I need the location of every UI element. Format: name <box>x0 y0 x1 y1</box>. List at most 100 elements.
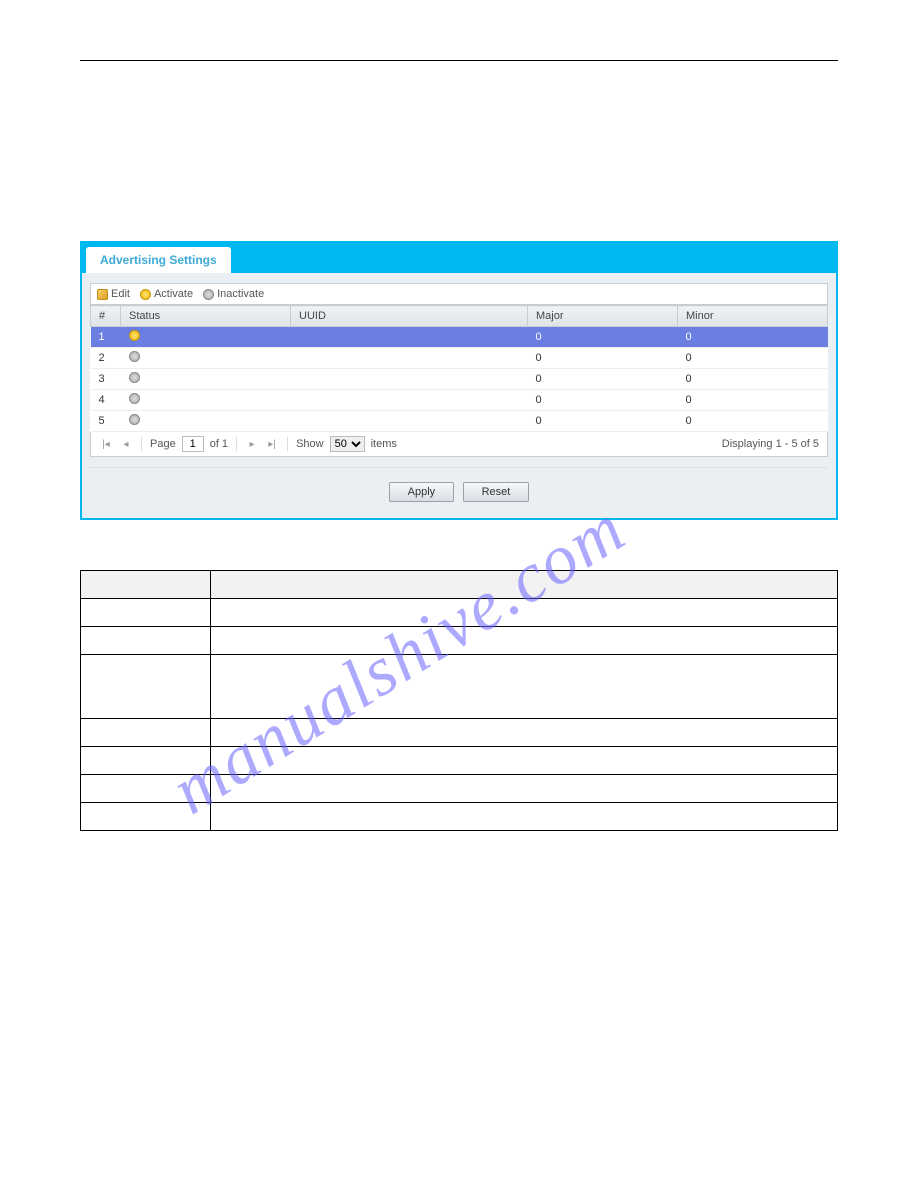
settings-grid: # Status UUID Major Minor 1 0 0 2 <box>90 305 828 432</box>
cell-uuid <box>291 390 528 411</box>
inactivate-button[interactable]: Inactivate <box>203 288 264 300</box>
cell <box>211 571 838 599</box>
bulb-on-icon <box>129 330 140 341</box>
cell <box>81 571 211 599</box>
cell-minor: 0 <box>678 390 828 411</box>
col-num[interactable]: # <box>91 306 121 327</box>
cell-minor: 0 <box>678 411 828 432</box>
items-label: items <box>371 438 397 450</box>
table-row <box>81 747 838 775</box>
next-page-button[interactable]: ▸ <box>245 437 259 451</box>
cell <box>211 627 838 655</box>
edit-button[interactable]: Edit <box>97 288 130 300</box>
cell-num: 5 <box>91 411 121 432</box>
bulb-off-icon <box>203 289 214 300</box>
col-minor[interactable]: Minor <box>678 306 828 327</box>
grid-toolbar: Edit Activate Inactivate <box>90 283 828 305</box>
cell-minor: 0 <box>678 327 828 348</box>
bulb-off-icon <box>129 372 140 383</box>
page-input[interactable] <box>182 436 204 452</box>
table-row[interactable]: 4 0 0 <box>91 390 828 411</box>
page-label: Page <box>150 438 176 450</box>
bulb-on-icon <box>140 289 151 300</box>
cell-status <box>121 411 291 432</box>
cell <box>211 655 838 719</box>
table-row[interactable]: 2 0 0 <box>91 348 828 369</box>
cell <box>81 775 211 803</box>
cell-num: 2 <box>91 348 121 369</box>
first-page-button[interactable]: |◂ <box>99 437 113 451</box>
reset-button[interactable]: Reset <box>463 482 530 502</box>
cell-uuid <box>291 411 528 432</box>
activate-label: Activate <box>154 288 193 300</box>
cell <box>81 627 211 655</box>
separator <box>236 437 237 451</box>
cell-uuid <box>291 369 528 390</box>
cell <box>81 803 211 831</box>
table-row <box>81 599 838 627</box>
cell <box>211 599 838 627</box>
page-size-select[interactable]: 50 <box>330 436 365 452</box>
table-row <box>81 775 838 803</box>
table-row[interactable]: 3 0 0 <box>91 369 828 390</box>
cell <box>81 747 211 775</box>
cell-major: 0 <box>528 369 678 390</box>
cell-major: 0 <box>528 390 678 411</box>
cell-status <box>121 369 291 390</box>
table-row <box>81 719 838 747</box>
cell <box>211 775 838 803</box>
bulb-off-icon <box>129 414 140 425</box>
cell-num: 4 <box>91 390 121 411</box>
display-info: Displaying 1 - 5 of 5 <box>722 438 819 450</box>
separator <box>141 437 142 451</box>
cell-major: 0 <box>528 348 678 369</box>
cell-major: 0 <box>528 411 678 432</box>
cell <box>81 655 211 719</box>
cell <box>211 747 838 775</box>
page-top-rule <box>80 60 838 61</box>
cell-minor: 0 <box>678 369 828 390</box>
page-of-label: of 1 <box>210 438 228 450</box>
table-row <box>81 571 838 599</box>
cell-status <box>121 390 291 411</box>
cell <box>81 719 211 747</box>
edit-label: Edit <box>111 288 130 300</box>
cell <box>81 599 211 627</box>
prev-page-button[interactable]: ◂ <box>119 437 133 451</box>
apply-button[interactable]: Apply <box>389 482 455 502</box>
bulb-off-icon <box>129 393 140 404</box>
tab-bar: Advertising Settings <box>82 243 836 273</box>
cell-uuid <box>291 327 528 348</box>
grid-header-row: # Status UUID Major Minor <box>91 306 828 327</box>
inactivate-label: Inactivate <box>217 288 264 300</box>
col-uuid[interactable]: UUID <box>291 306 528 327</box>
cell-major: 0 <box>528 327 678 348</box>
pager: |◂ ◂ Page of 1 ▸ ▸| Show 50 items Displa… <box>90 432 828 457</box>
cell-num: 1 <box>91 327 121 348</box>
button-row: Apply Reset <box>90 467 828 502</box>
advertising-settings-panel: Advertising Settings Edit Activate Inact… <box>80 241 838 520</box>
col-major[interactable]: Major <box>528 306 678 327</box>
table-row <box>81 627 838 655</box>
cell-status <box>121 327 291 348</box>
cell <box>211 719 838 747</box>
cell <box>211 803 838 831</box>
table-row[interactable]: 1 0 0 <box>91 327 828 348</box>
show-label: Show <box>296 438 324 450</box>
cell-uuid <box>291 348 528 369</box>
separator <box>287 437 288 451</box>
table-row <box>81 655 838 719</box>
activate-button[interactable]: Activate <box>140 288 193 300</box>
tab-advertising-settings[interactable]: Advertising Settings <box>86 247 231 273</box>
edit-icon <box>97 289 108 300</box>
table-row[interactable]: 5 0 0 <box>91 411 828 432</box>
last-page-button[interactable]: ▸| <box>265 437 279 451</box>
cell-num: 3 <box>91 369 121 390</box>
panel-body: Edit Activate Inactivate # Status UUID M… <box>82 273 836 518</box>
table-row <box>81 803 838 831</box>
description-table <box>80 570 838 831</box>
bulb-off-icon <box>129 351 140 362</box>
col-status[interactable]: Status <box>121 306 291 327</box>
cell-status <box>121 348 291 369</box>
cell-minor: 0 <box>678 348 828 369</box>
